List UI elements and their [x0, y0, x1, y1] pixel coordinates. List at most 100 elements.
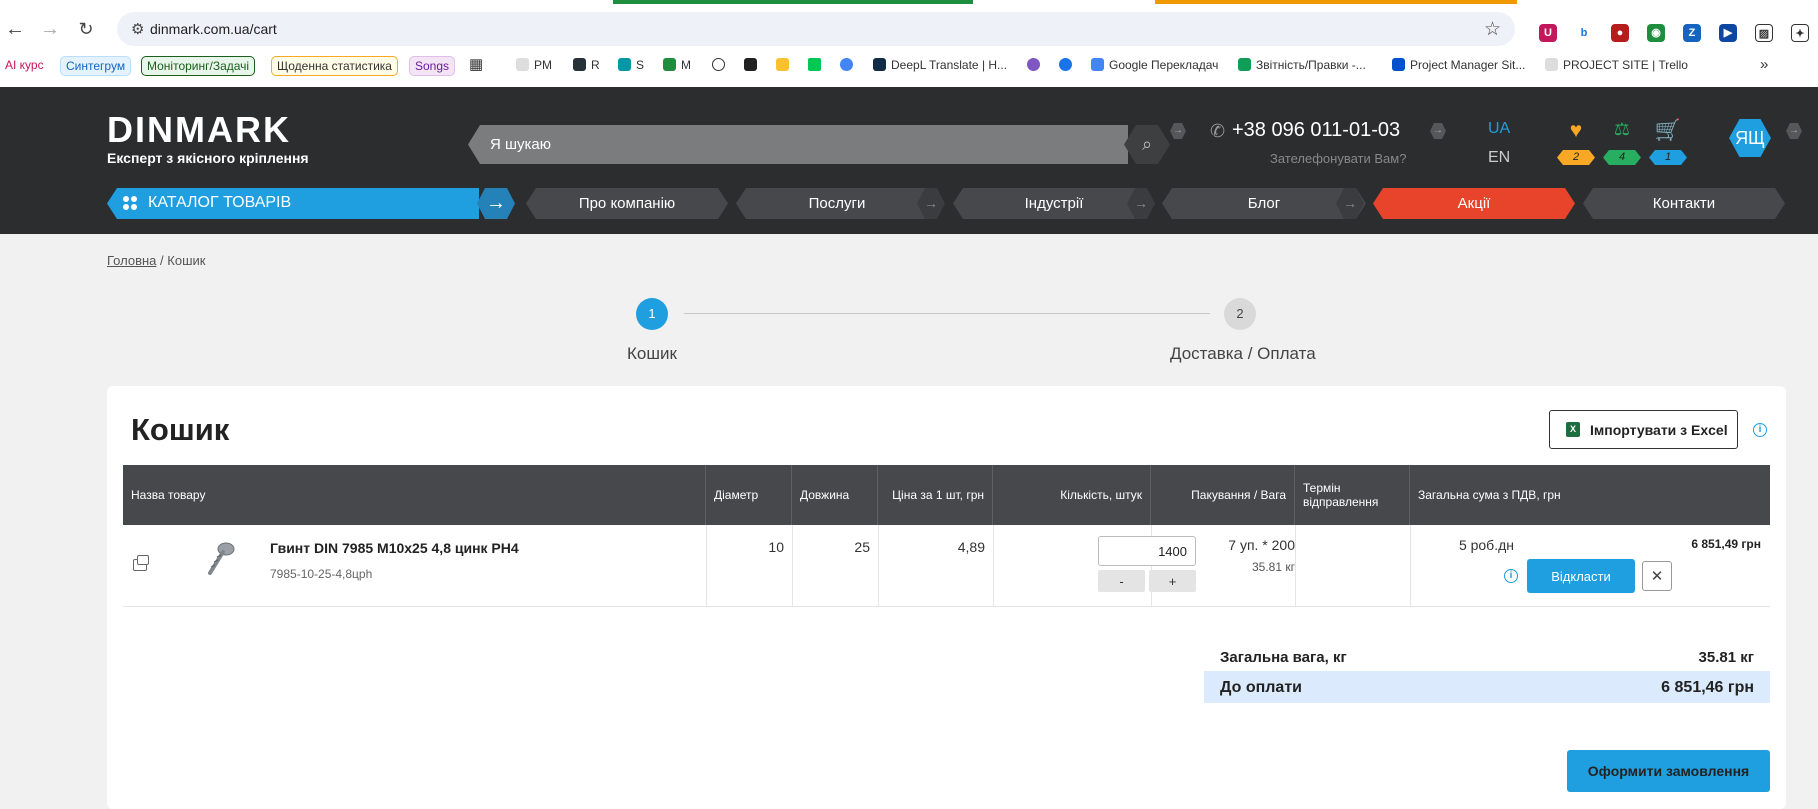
sheets-favicon-icon: [1238, 58, 1251, 71]
nav-contacts[interactable]: Контакти: [1583, 188, 1785, 219]
red-extension-icon[interactable]: ●: [1611, 24, 1629, 42]
nav-industries[interactable]: Індустрії: [953, 188, 1155, 219]
product-name[interactable]: Гвинт DIN 7985 М10х25 4,8 цинк PH4: [270, 540, 519, 556]
step-2-label[interactable]: Доставка / Оплата: [1170, 344, 1316, 364]
b-extension-icon[interactable]: b: [1575, 24, 1593, 42]
defer-button[interactable]: Відкласти: [1527, 559, 1635, 593]
col-length: Довжина: [792, 465, 878, 525]
nav-about[interactable]: Про компанію: [526, 188, 728, 219]
ublock-extension-icon[interactable]: U: [1539, 24, 1557, 42]
phone-number[interactable]: +38 096 011-01-03: [1232, 119, 1400, 141]
catalog-label: КАТАЛОГ ТОВАРІВ: [148, 194, 292, 211]
flag-extension-icon[interactable]: ▶: [1719, 24, 1737, 42]
product-sku: 7985-10-25-4,8цph: [270, 567, 373, 581]
chatgpt-bookmark-icon[interactable]: [712, 56, 730, 76]
phone-arrow-icon[interactable]: →: [1430, 123, 1446, 139]
product-diameter: 10: [768, 539, 784, 555]
m-favicon-icon: [663, 58, 676, 71]
site-header: DINMARK Експерт з якісного кріплення ⌕ →…: [0, 87, 1818, 234]
delete-item-button[interactable]: ✕: [1642, 561, 1672, 591]
extensions-puzzle-icon[interactable]: ✦: [1791, 24, 1809, 42]
logo[interactable]: DINMARK Експерт з якісного кріплення: [107, 112, 309, 167]
z-extension-icon[interactable]: Z: [1683, 24, 1701, 42]
voice-bookmark-icon[interactable]: [1059, 56, 1077, 76]
favorites-heart-icon[interactable]: ♥: [1556, 119, 1596, 143]
deepl-favicon-icon: [873, 58, 886, 71]
compare-scales-icon[interactable]: ⚖: [1602, 119, 1642, 140]
bookmark-m[interactable]: M: [663, 56, 691, 76]
nav-promotions[interactable]: Акції: [1373, 188, 1575, 219]
quantity-input[interactable]: [1098, 536, 1196, 566]
favorites-badge: 2: [1557, 150, 1595, 165]
green-extension-icon[interactable]: ◉: [1647, 24, 1665, 42]
dark-bookmark-icon[interactable]: [744, 56, 762, 76]
more-bookmarks-icon[interactable]: »: [1760, 56, 1768, 76]
col-packing: Пакування / Вага: [1151, 465, 1295, 525]
summary-weight-label: Загальна вага, кг: [1220, 649, 1347, 666]
url-text[interactable]: dinmark.com.ua/cart: [150, 21, 277, 37]
search-input[interactable]: [490, 125, 1110, 164]
site-settings-icon[interactable]: ⚙: [131, 20, 144, 38]
compare-badge: 4: [1603, 150, 1641, 165]
copy-icon[interactable]: [133, 555, 149, 571]
apps-grid-icon[interactable]: ▦: [469, 56, 483, 76]
bookmark-monitoring[interactable]: Моніторинг/Задачі: [141, 56, 256, 76]
bookmark-project-site[interactable]: PROJECT SITE | Trello: [1545, 56, 1688, 76]
reload-icon[interactable]: ↻: [75, 18, 97, 40]
quantity-decrease-button[interactable]: -: [1098, 570, 1145, 592]
import-info-icon[interactable]: i: [1753, 423, 1767, 437]
back-icon[interactable]: ←: [4, 18, 26, 40]
cart-badge: 1: [1649, 150, 1687, 165]
step-1-label[interactable]: Кошик: [627, 344, 677, 364]
user-avatar[interactable]: ЯЩ: [1729, 119, 1771, 157]
image-extension-icon[interactable]: ▨: [1755, 24, 1773, 42]
nav-blog[interactable]: Блог: [1162, 188, 1366, 219]
catalog-button[interactable]: КАТАЛОГ ТОВАРІВ →: [107, 188, 515, 219]
bookmark-pm[interactable]: PM: [516, 56, 552, 76]
account-arrow-icon[interactable]: →: [1786, 123, 1802, 139]
play-bookmark-icon[interactable]: [808, 56, 826, 76]
gemini-bookmark-icon[interactable]: [1027, 56, 1045, 76]
callback-link[interactable]: Зателефонувати Вам?: [1270, 151, 1406, 166]
search-icon[interactable]: ⌕: [1124, 125, 1170, 164]
bookmark-s[interactable]: S: [618, 56, 644, 76]
search-arrow-icon[interactable]: →: [1170, 123, 1186, 139]
lang-en[interactable]: EN: [1488, 149, 1510, 167]
step-2-circle[interactable]: 2: [1224, 298, 1256, 330]
bookmark-reports[interactable]: Звітність/Правки -...: [1238, 56, 1366, 76]
bookmark-r[interactable]: R: [573, 56, 600, 76]
heart-bookmark-icon[interactable]: [840, 56, 858, 76]
col-term: Термін відправлення: [1295, 465, 1410, 525]
cart-icon[interactable]: 🛒: [1648, 119, 1688, 143]
product-price: 4,89: [957, 539, 985, 555]
quantity-increase-button[interactable]: +: [1149, 570, 1196, 592]
catalog-grid-icon: [123, 196, 137, 210]
import-excel-button[interactable]: X Імпортувати з Excel: [1549, 410, 1738, 449]
bookmark-star-icon[interactable]: ☆: [1484, 18, 1501, 41]
search-box: [468, 125, 1128, 164]
step-1-circle[interactable]: 1: [636, 298, 668, 330]
bookmark-deepl[interactable]: DeepL Translate | H...: [873, 56, 1007, 76]
catalog-arrow-icon[interactable]: →: [477, 188, 515, 219]
forward-icon[interactable]: →: [39, 18, 61, 40]
bookmark-daily-stats[interactable]: Щоденна статистика: [271, 56, 398, 76]
nav-services[interactable]: Послуги: [736, 188, 938, 219]
lang-ua[interactable]: UA: [1488, 120, 1510, 138]
breadcrumb-home[interactable]: Головна: [107, 253, 156, 268]
bookmark-project-manager[interactable]: Project Manager Sit...: [1392, 56, 1525, 76]
browser-chrome: ← → ↻ ⚙ dinmark.com.ua/cart ☆ U b ● ◉ Z …: [0, 0, 1818, 87]
checkout-button[interactable]: Оформити замовлення: [1567, 750, 1770, 792]
bookmark-syntegrum[interactable]: Синтегрум: [60, 56, 132, 76]
bookmark-songs[interactable]: Songs: [409, 56, 456, 76]
bookmark-ai-course[interactable]: AI курс: [5, 56, 44, 76]
address-row: ← → ↻ ⚙ dinmark.com.ua/cart ☆ U b ● ◉ Z …: [0, 8, 1818, 50]
product-thumbnail[interactable]: [205, 541, 235, 577]
table-row: Гвинт DIN 7985 М10х25 4,8 цинк PH4 7985-…: [123, 525, 1770, 607]
address-bar[interactable]: ⚙ dinmark.com.ua/cart ☆: [117, 12, 1515, 46]
summary-weight-value: 35.81 кг: [1698, 649, 1754, 666]
yellow-bookmark-icon[interactable]: [776, 56, 794, 76]
bookmark-google-translate[interactable]: Google Перекладач: [1091, 56, 1218, 76]
row-info-icon[interactable]: i: [1504, 569, 1518, 583]
checkout-steps: 1 Кошик 2 Доставка / Оплата: [0, 296, 1818, 366]
col-diameter: Діаметр: [706, 465, 792, 525]
